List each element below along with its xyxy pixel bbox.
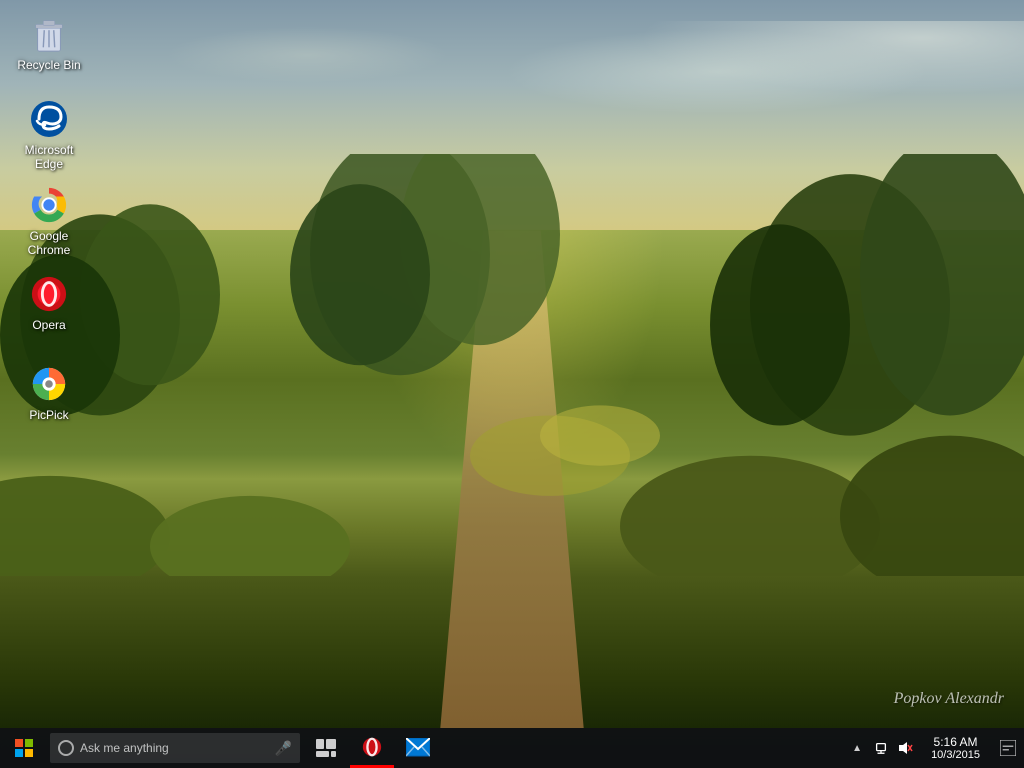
desktop: Popkov Alexandr Recycle Bin Microsoft Ed…	[0, 0, 1024, 768]
cortana-circle-icon	[58, 740, 74, 756]
taskbar: Ask me anything 🎤	[0, 728, 1024, 768]
recycle-bin-label: Recycle Bin	[17, 58, 80, 72]
opera-icon[interactable]: Opera	[10, 270, 88, 336]
task-view-button[interactable]	[304, 728, 348, 768]
google-chrome-icon[interactable]: Google Chrome	[10, 181, 88, 262]
watermark: Popkov Alexandr	[894, 690, 1004, 708]
chrome-image	[29, 185, 69, 225]
sound-icon[interactable]	[895, 728, 915, 768]
recycle-bin-image	[29, 14, 69, 54]
ground-background	[0, 230, 1024, 728]
opera-taskbar-button[interactable]	[350, 728, 394, 768]
show-hidden-icons[interactable]: ▲	[847, 728, 867, 768]
opera-label: Opera	[32, 318, 65, 332]
tray-icons-area: ▲	[843, 728, 919, 768]
microphone-icon[interactable]: 🎤	[275, 740, 292, 757]
search-box[interactable]: Ask me anything 🎤	[50, 733, 300, 763]
chrome-label: Google Chrome	[14, 229, 84, 258]
edge-image	[29, 99, 69, 139]
mail-taskbar-button[interactable]	[396, 728, 440, 768]
opera-image	[29, 274, 69, 314]
system-tray: ▲	[843, 728, 1024, 768]
network-icon[interactable]	[871, 728, 891, 768]
microsoft-edge-icon[interactable]: Microsoft Edge	[10, 95, 88, 176]
picpick-label: PicPick	[29, 408, 68, 422]
edge-label: Microsoft Edge	[14, 143, 84, 172]
start-button[interactable]	[0, 728, 48, 768]
notification-center-button[interactable]	[992, 728, 1024, 768]
taskbar-pinned-apps	[304, 728, 440, 768]
picpick-icon[interactable]: PicPick	[10, 360, 88, 426]
search-placeholder: Ask me anything	[80, 741, 271, 755]
clock-date: 10/3/2015	[931, 749, 980, 761]
clock[interactable]: 5:16 AM 10/3/2015	[919, 728, 992, 768]
recycle-bin-icon[interactable]: Recycle Bin	[10, 10, 88, 76]
clock-time: 5:16 AM	[934, 735, 978, 749]
picpick-image	[29, 364, 69, 404]
